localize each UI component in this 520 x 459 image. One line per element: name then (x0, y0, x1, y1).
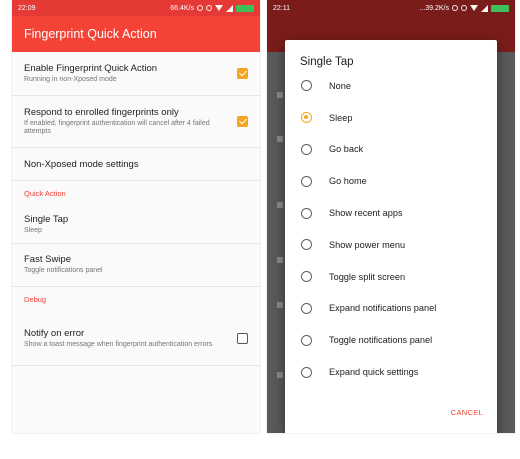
dialog-screen: 22:11 ...39.2K/s Single Tap None Sleep Go … (267, 0, 515, 433)
settings-screen: 22:09 66.4K/s Fingerprint Quick Action E… (12, 0, 260, 433)
dimmed-row-marker (277, 92, 283, 98)
pref-single-tap[interactable]: Single Tap Sleep (12, 206, 260, 244)
category-quick-action: Quick Action (12, 181, 260, 206)
dialog-title: Single Tap (300, 56, 354, 68)
radio-unselected-icon[interactable] (301, 239, 312, 251)
alarm-icon (197, 5, 203, 11)
option-row[interactable]: Expand quick settings (285, 356, 497, 388)
radio-selected-icon[interactable] (301, 112, 312, 124)
status-time: 22:09 (18, 4, 36, 12)
network-speed: 66.4K/s (170, 4, 194, 12)
pref-notify-on-error[interactable]: Notify on error Show a toast message whe… (12, 312, 260, 366)
pref-summary: If enabled, fingerprint authentication w… (24, 119, 210, 136)
pref-enable-quick-action[interactable]: Enable Fingerprint Quick Action Running … (12, 52, 260, 96)
pref-title: Single Tap (24, 213, 69, 225)
pref-enrolled-only[interactable]: Respond to enrolled fingerprints only If… (12, 96, 260, 148)
battery-icon (236, 4, 254, 12)
status-time: 22:11 (273, 4, 290, 12)
pref-summary: Toggle notifications panel (24, 267, 103, 275)
app-bar: Fingerprint Quick Action (12, 16, 260, 52)
pref-title: Non-Xposed mode settings (24, 158, 139, 170)
dimmed-row-marker (277, 302, 283, 308)
status-icons: ...39.2K/s (419, 4, 509, 12)
option-label: Show power menu (329, 239, 406, 250)
radio-unselected-icon[interactable] (301, 302, 312, 314)
option-row[interactable]: Go back (285, 134, 497, 166)
option-row[interactable]: Sleep (285, 102, 497, 134)
category-label: Quick Action (24, 189, 66, 198)
pref-summary: Running in non-Xposed mode (24, 75, 117, 83)
option-label: Sleep (329, 112, 353, 123)
wifi-icon (470, 5, 478, 11)
option-label: Expand notifications panel (329, 303, 437, 314)
radio-unselected-icon[interactable] (301, 175, 312, 187)
option-row[interactable]: Toggle notifications panel (285, 324, 497, 356)
radio-unselected-icon[interactable] (301, 143, 312, 155)
network-speed: ...39.2K/s (419, 4, 449, 12)
notify-checkbox[interactable] (237, 333, 248, 344)
cancel-button[interactable]: CANCEL (451, 408, 483, 417)
wifi-icon (215, 5, 223, 11)
radio-unselected-icon[interactable] (301, 207, 312, 219)
option-label: Go home (329, 176, 367, 187)
option-row[interactable]: Toggle split screen (285, 261, 497, 293)
status-bar: 22:09 66.4K/s (12, 0, 260, 16)
enrolled-only-checkbox[interactable] (237, 116, 248, 127)
option-row[interactable]: Go home (285, 165, 497, 197)
single-tap-dialog: Single Tap None Sleep Go back Go home Show r… (285, 40, 497, 433)
pref-title: Notify on error (24, 327, 85, 339)
pref-title: Respond to enrolled fingerprints only (24, 106, 179, 118)
option-label: Show recent apps (329, 208, 403, 219)
option-list: None Sleep Go back Go home Show recent apps S… (285, 70, 497, 388)
app-title: Fingerprint Quick Action (24, 27, 157, 41)
pref-fast-swipe[interactable]: Fast Swipe Toggle notifications panel (12, 244, 260, 287)
timer-icon (206, 5, 212, 11)
timer-icon (461, 5, 467, 11)
category-label: Debug (24, 295, 47, 304)
dimmed-row-marker (277, 136, 283, 142)
dimmed-row-marker (277, 257, 283, 263)
option-label: Toggle notifications panel (329, 335, 433, 346)
category-debug: Debug (12, 287, 260, 312)
radio-unselected-icon[interactable] (301, 80, 312, 92)
option-row[interactable]: Expand notifications panel (285, 293, 497, 325)
status-icons: 66.4K/s (170, 4, 254, 12)
option-label: None (329, 80, 351, 91)
option-row[interactable]: None (285, 70, 497, 102)
pref-title: Fast Swipe (24, 254, 71, 266)
dimmed-row-marker (277, 202, 283, 208)
status-bar: 22:11 ...39.2K/s (267, 0, 515, 16)
dimmed-row-marker (277, 372, 283, 378)
enable-checkbox[interactable] (237, 68, 248, 79)
alarm-icon (452, 5, 458, 11)
pref-title: Enable Fingerprint Quick Action (24, 62, 158, 74)
option-row[interactable]: Show recent apps (285, 197, 497, 229)
battery-icon (491, 4, 509, 12)
radio-unselected-icon[interactable] (301, 271, 312, 283)
option-label: Toggle split screen (329, 271, 406, 282)
radio-unselected-icon[interactable] (301, 366, 312, 378)
option-label: Expand quick settings (329, 367, 419, 378)
pref-summary: Sleep (24, 226, 42, 234)
pref-summary: Show a toast message when fingerprint au… (24, 340, 213, 348)
pref-non-xposed-settings[interactable]: Non-Xposed mode settings (12, 148, 260, 181)
signal-icon (226, 4, 233, 12)
option-label: Go back (329, 144, 364, 155)
radio-unselected-icon[interactable] (301, 334, 312, 346)
signal-icon (481, 4, 488, 12)
option-row[interactable]: Show power menu (285, 229, 497, 261)
